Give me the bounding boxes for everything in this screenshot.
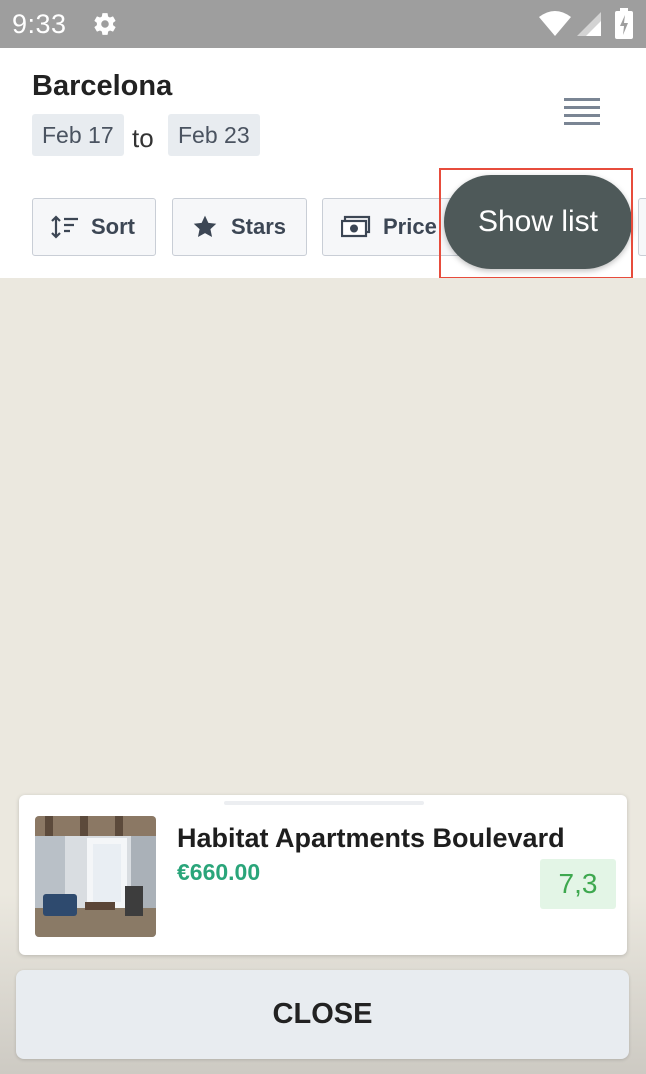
stars-label: Stars [231, 214, 287, 239]
sort-icon [51, 215, 78, 239]
checkout-date[interactable]: Feb 23 [168, 114, 260, 156]
date-separator: to [132, 123, 154, 153]
star-icon [193, 215, 217, 237]
status-bar: 9:33 [0, 0, 646, 48]
price-filter-button[interactable]: Price [322, 198, 462, 256]
money-icon [341, 215, 371, 238]
city-title: Barcelona [32, 70, 173, 102]
status-time: 9:33 [12, 9, 67, 39]
rating-badge: 7,3 [540, 859, 616, 909]
stars-filter-button[interactable]: Stars [172, 198, 307, 256]
hotel-name[interactable]: Habitat Apartments Boulevard [177, 823, 565, 854]
show-list-button[interactable]: Show list [444, 175, 632, 269]
hamburger-menu-icon[interactable] [560, 98, 604, 132]
search-header: Barcelona Feb 17 to Feb 23 [0, 48, 646, 179]
more-filters-button[interactable] [638, 198, 646, 256]
hotel-price: €660.00 [177, 859, 261, 885]
sort-label: Sort [91, 214, 135, 239]
sort-button[interactable]: Sort [32, 198, 156, 256]
price-label: Price [383, 214, 437, 239]
drag-handle[interactable] [224, 801, 424, 805]
wifi-icon [539, 11, 571, 36]
hotel-photo [35, 816, 156, 937]
battery-charging-icon [615, 8, 633, 39]
close-button[interactable]: CLOSE [16, 970, 629, 1059]
gear-icon [94, 13, 116, 35]
signal-icon [577, 12, 601, 36]
checkin-date[interactable]: Feb 17 [32, 114, 124, 156]
hotel-card[interactable]: Habitat Apartments Boulevard €660.00 7,3 [19, 795, 627, 955]
